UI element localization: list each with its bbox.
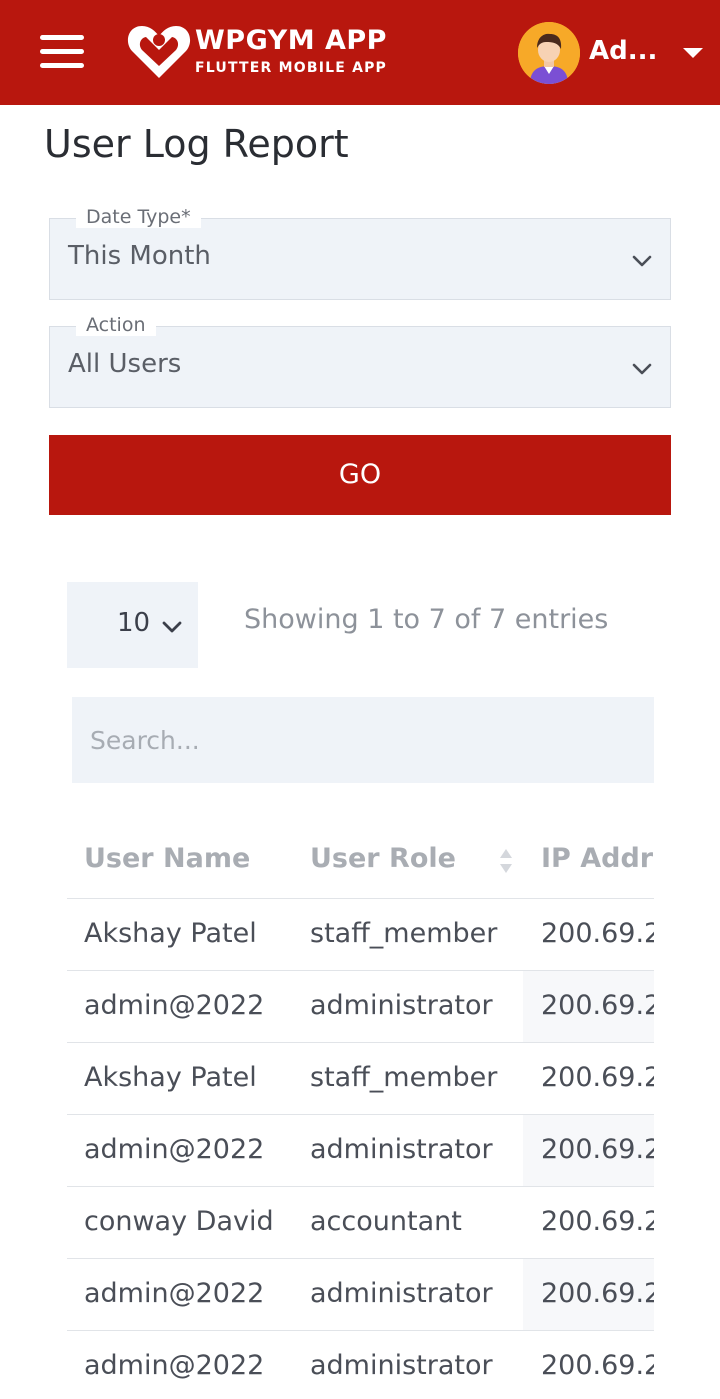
menu-icon[interactable]: [40, 35, 84, 69]
table-header: User Name User Role IP Addre: [67, 826, 654, 899]
user-avatar-icon: [518, 22, 580, 84]
table-row: admin@2022 administrator 200.69.2:: [67, 1259, 654, 1331]
app-title: WPGYM APP: [195, 25, 387, 56]
cell-ip-address: 200.69.2:: [541, 990, 654, 1021]
table-row: Akshay Patel staff_member 200.69.2:: [67, 1043, 654, 1115]
action-value: All Users: [68, 349, 182, 379]
date-type-select[interactable]: Date Type* This Month: [49, 206, 671, 300]
app-subtitle: FLUTTER MOBILE APP: [195, 60, 388, 76]
cell-ip-address: 200.69.2:: [541, 1062, 654, 1093]
table-row: admin@2022 administrator 200.69.2:: [67, 1331, 654, 1399]
cell-ip-address: 200.69.2:: [541, 1350, 654, 1381]
cell-ip-address: 200.69.2:: [541, 1206, 654, 1237]
cell-user-name: admin@2022: [84, 1134, 265, 1165]
table-row: Akshay Patel staff_member 200.69.2:: [67, 899, 654, 971]
cell-ip-address: 200.69.2:: [541, 1278, 654, 1309]
cell-user-role: administrator: [310, 1278, 493, 1309]
cell-user-name: Akshay Patel: [84, 918, 257, 949]
cell-user-role: administrator: [310, 1350, 493, 1381]
sort-icon[interactable]: [499, 847, 513, 875]
chevron-down-icon: [632, 255, 652, 267]
action-label: Action: [76, 314, 156, 336]
date-type-value: This Month: [68, 241, 211, 271]
cell-user-role: accountant: [310, 1206, 462, 1237]
cell-ip-address: 200.69.2:: [541, 1134, 654, 1165]
cell-ip-address: 200.69.2:: [541, 918, 654, 949]
column-header-user-name[interactable]: User Name: [84, 843, 250, 874]
cell-user-name: admin@2022: [84, 1350, 265, 1381]
cell-user-role: staff_member: [310, 1062, 498, 1093]
table-row: conway David accountant 200.69.2:: [67, 1187, 654, 1259]
cell-user-role: administrator: [310, 990, 493, 1021]
app-header: WPGYM APP FLUTTER MOBILE APP Ad...: [0, 0, 720, 105]
user-log-table: User Name User Role IP Addre Akshay Pate…: [67, 826, 654, 1399]
page-length-select[interactable]: 10: [67, 582, 198, 668]
cell-user-name: admin@2022: [84, 990, 265, 1021]
go-button[interactable]: GO: [49, 435, 671, 515]
table-row: admin@2022 administrator 200.69.2:: [67, 971, 654, 1043]
user-name[interactable]: Ad...: [589, 36, 657, 66]
cell-user-name: admin@2022: [84, 1278, 265, 1309]
table-row: admin@2022 administrator 200.69.2:: [67, 1115, 654, 1187]
caret-down-icon[interactable]: [683, 48, 703, 58]
column-header-user-role[interactable]: User Role: [310, 843, 456, 874]
date-type-label: Date Type*: [76, 206, 201, 228]
avatar[interactable]: [518, 22, 580, 84]
search-input[interactable]: [72, 697, 654, 783]
wpgym-logo-icon: [127, 26, 191, 78]
table-info: Showing 1 to 7 of 7 entries: [244, 604, 609, 635]
cell-user-name: conway David: [84, 1206, 274, 1237]
chevron-down-icon: [632, 363, 652, 375]
action-select[interactable]: Action All Users: [49, 314, 671, 408]
cell-user-role: administrator: [310, 1134, 493, 1165]
page-title: User Log Report: [44, 122, 349, 166]
chevron-down-icon: [162, 621, 182, 633]
page-length-value: 10: [117, 608, 151, 638]
cell-user-name: Akshay Patel: [84, 1062, 257, 1093]
column-header-ip-address[interactable]: IP Addre: [541, 843, 654, 874]
cell-user-role: staff_member: [310, 918, 498, 949]
